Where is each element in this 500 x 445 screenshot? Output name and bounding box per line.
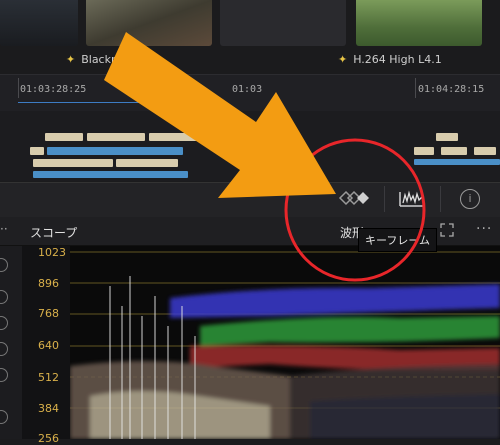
scale-label: 384	[38, 402, 59, 415]
ruler-tick	[415, 78, 416, 98]
clip-thumbnail-1[interactable]	[0, 0, 78, 46]
audio-clip[interactable]	[45, 133, 83, 141]
expand-icon[interactable]	[440, 222, 454, 237]
audio-clip[interactable]	[441, 147, 467, 155]
pointer-arrow	[104, 32, 336, 198]
audio-clip[interactable]	[30, 147, 44, 155]
panel-menu-dots-icon[interactable]: ··	[0, 222, 8, 236]
scale-label: 640	[38, 339, 59, 352]
timecode-start: 01:03:28:25	[20, 84, 87, 95]
audio-clip[interactable]	[474, 147, 496, 155]
ruler-tick	[18, 78, 19, 98]
timecode-end: 01:04:28:15	[418, 84, 485, 95]
scale-label: 896	[38, 277, 59, 290]
scale-label: 768	[38, 307, 59, 320]
scope-panel-title: スコープ	[30, 226, 78, 240]
star-icon: ✦	[66, 53, 76, 66]
divider	[440, 186, 441, 212]
audio-clip[interactable]	[436, 133, 458, 141]
info-icon[interactable]: i	[460, 189, 480, 209]
scale-label: 1023	[38, 246, 66, 259]
scale-label: 512	[38, 371, 59, 384]
clip-label-2: ✦ H.264 High L4.1	[338, 53, 442, 66]
scope-options-dots-icon[interactable]: ···	[476, 221, 492, 237]
clip-thumbnail-4[interactable]	[356, 0, 482, 46]
